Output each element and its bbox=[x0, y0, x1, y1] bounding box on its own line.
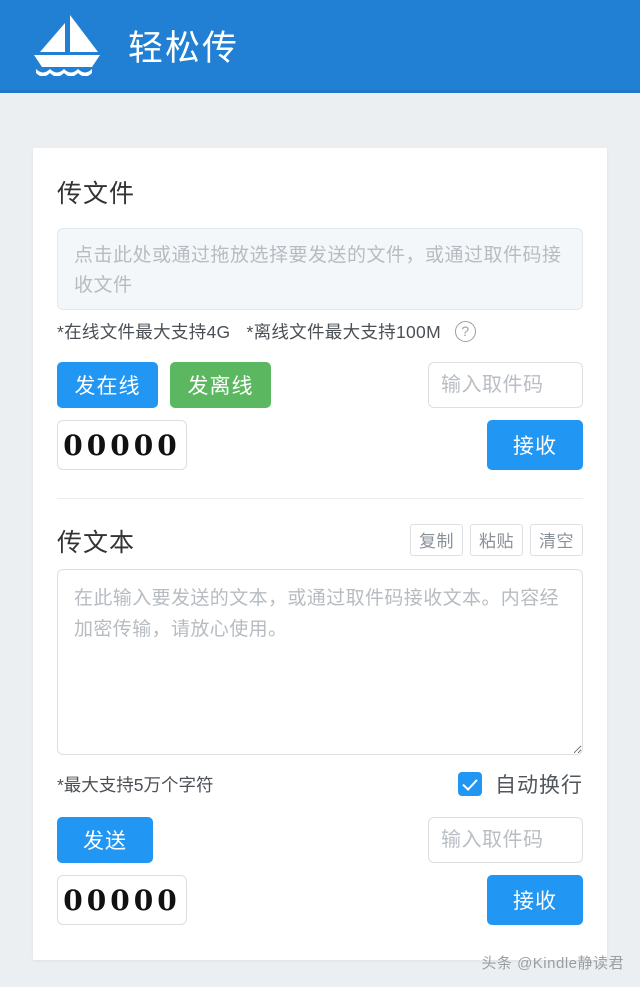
sailboat-icon bbox=[30, 14, 104, 77]
text-section-header: 传文本 复制 粘贴 清空 bbox=[57, 523, 583, 559]
text-input-area[interactable] bbox=[57, 569, 583, 755]
text-code-input[interactable] bbox=[428, 817, 583, 863]
paste-button[interactable]: 粘贴 bbox=[470, 524, 523, 556]
text-receive-group: 接收 bbox=[428, 817, 583, 925]
file-code-display: 00000 bbox=[57, 420, 187, 470]
text-hint-row: *最大支持5万个字符 自动换行 bbox=[57, 769, 583, 799]
hint-offline-limit: *离线文件最大支持100M bbox=[246, 322, 441, 342]
file-receive-group: 接收 bbox=[428, 362, 583, 470]
send-online-button[interactable]: 发在线 bbox=[57, 362, 158, 408]
main-card: 传文件 点击此处或通过拖放选择要发送的文件，或通过取件码接收文件 *在线文件最大… bbox=[33, 148, 607, 960]
text-receive-button[interactable]: 接收 bbox=[487, 875, 583, 925]
hint-online-limit: *在线文件最大支持4G bbox=[57, 322, 231, 342]
app-title: 轻松传 bbox=[128, 28, 240, 68]
auto-wrap-label: 自动换行 bbox=[495, 774, 583, 797]
file-code-input[interactable] bbox=[428, 362, 583, 408]
file-actions-row: 发在线 发离线 00000 接收 bbox=[57, 362, 583, 470]
text-send-group: 发送 00000 bbox=[57, 817, 187, 925]
watermark: 头条 @Kindle静读君 bbox=[481, 955, 624, 972]
text-code-display: 00000 bbox=[57, 875, 187, 925]
file-hints: *在线文件最大支持4G *离线文件最大支持100M ? bbox=[57, 319, 583, 344]
text-tool-buttons: 复制 粘贴 清空 bbox=[410, 524, 583, 556]
file-send-buttons: 发在线 发离线 bbox=[57, 362, 271, 408]
hint-max-chars: *最大支持5万个字符 bbox=[57, 774, 214, 795]
app-root: 轻松传 传文件 点击此处或通过拖放选择要发送的文件，或通过取件码接收文件 *在线… bbox=[0, 0, 640, 987]
clear-button[interactable]: 清空 bbox=[530, 524, 583, 556]
file-section-title: 传文件 bbox=[57, 180, 136, 208]
send-offline-button[interactable]: 发离线 bbox=[170, 362, 271, 408]
text-section-title: 传文本 bbox=[57, 529, 136, 557]
file-dropzone[interactable]: 点击此处或通过拖放选择要发送的文件，或通过取件码接收文件 bbox=[57, 228, 583, 310]
file-receive-button[interactable]: 接收 bbox=[487, 420, 583, 470]
text-actions-row: 发送 00000 接收 bbox=[57, 817, 583, 925]
text-section: 传文本 复制 粘贴 清空 *最大支持5万个字符 自动换行 bbox=[57, 523, 583, 925]
auto-wrap-toggle[interactable]: 自动换行 bbox=[458, 769, 583, 799]
app-header: 轻松传 bbox=[0, 0, 640, 93]
file-send-group: 发在线 发离线 00000 bbox=[57, 362, 271, 470]
text-send-button[interactable]: 发送 bbox=[57, 817, 153, 863]
section-divider bbox=[57, 498, 583, 499]
question-circle-icon[interactable]: ? bbox=[454, 321, 476, 342]
copy-button[interactable]: 复制 bbox=[410, 524, 463, 556]
file-section: 传文件 点击此处或通过拖放选择要发送的文件，或通过取件码接收文件 *在线文件最大… bbox=[57, 174, 583, 470]
auto-wrap-checkbox[interactable] bbox=[458, 772, 482, 796]
